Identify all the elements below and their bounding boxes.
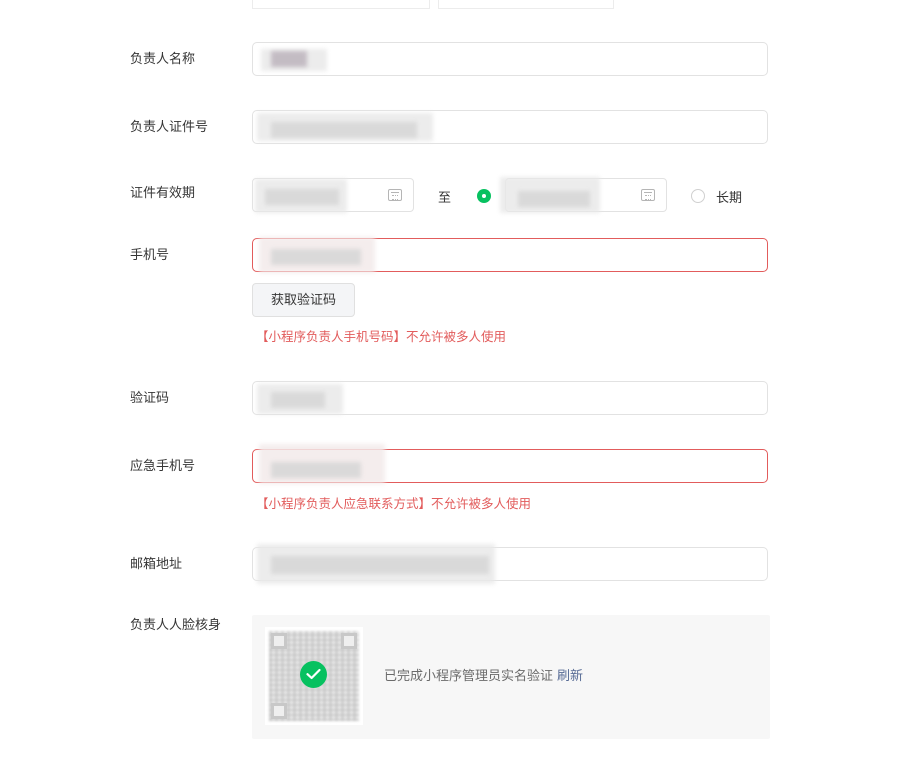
redacted-value <box>265 189 339 205</box>
redacted-value <box>271 249 361 265</box>
previous-row-edge-1 <box>252 0 430 9</box>
owner-id-input[interactable] <box>252 110 768 144</box>
redacted-value <box>271 556 489 574</box>
validity-start-date[interactable] <box>252 178 414 213</box>
face-verify-status: 已完成小程序管理员实名验证 刷新 <box>384 668 583 686</box>
qr-finder <box>271 633 287 649</box>
redacted-value <box>271 122 417 138</box>
phone-input[interactable] <box>252 237 768 273</box>
calendar-icon[interactable] <box>388 189 402 201</box>
redacted-value <box>518 191 590 207</box>
face-verify-status-text: 已完成小程序管理员实名验证 <box>384 669 554 684</box>
check-icon <box>300 661 327 688</box>
redacted-value <box>271 462 361 478</box>
validity-end-date[interactable] <box>500 177 667 213</box>
qr-finder <box>341 633 357 649</box>
id-validity-label: 证件有效期 <box>130 186 196 201</box>
phone-error-message: 【小程序负责人手机号码】不允许被多人使用 <box>256 329 507 344</box>
calendar-icon[interactable] <box>641 189 655 201</box>
phone-label: 手机号 <box>130 248 170 263</box>
email-label: 邮箱地址 <box>130 557 183 572</box>
verification-code-input[interactable] <box>252 381 768 415</box>
qr-finder <box>271 703 287 719</box>
owner-name-input[interactable] <box>252 42 768 76</box>
verification-code-label: 验证码 <box>130 391 170 406</box>
redacted-value <box>271 392 325 408</box>
redacted-value <box>271 51 307 67</box>
date-range-radio[interactable] <box>477 189 491 203</box>
emergency-phone-error-message: 【小程序负责人应急联系方式】不允许被多人使用 <box>256 496 532 511</box>
face-verify-label: 负责人人脸核身 <box>130 618 222 633</box>
refresh-link[interactable]: 刷新 <box>557 669 583 684</box>
email-input[interactable] <box>252 544 768 584</box>
owner-id-label: 负责人证件号 <box>130 120 209 135</box>
to-separator: 至 <box>438 191 452 206</box>
get-code-button[interactable]: 获取验证码 <box>252 283 355 317</box>
long-term-label: 长期 <box>716 191 743 206</box>
emergency-phone-input[interactable] <box>252 444 768 484</box>
owner-name-label: 负责人名称 <box>130 52 196 67</box>
previous-row-edge-2 <box>438 0 614 9</box>
emergency-phone-label: 应急手机号 <box>130 459 196 474</box>
long-term-radio[interactable] <box>691 189 705 203</box>
